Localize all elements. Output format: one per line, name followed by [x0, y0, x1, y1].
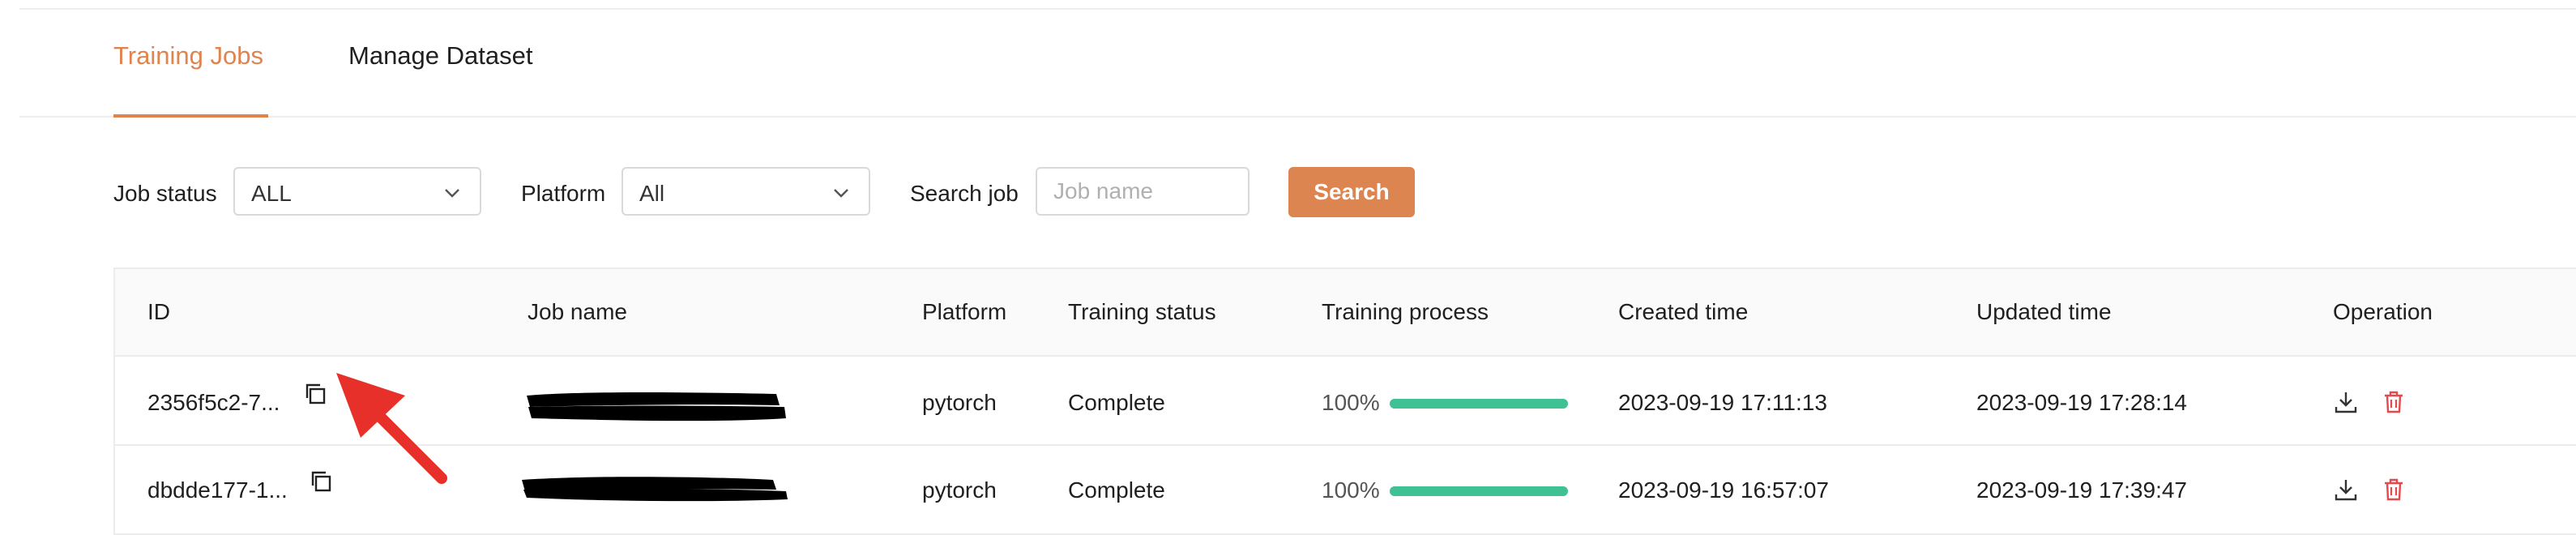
job-id: 2356f5c2-7... [147, 390, 280, 415]
platform-cell: pytorch [922, 477, 997, 503]
progress-bar-fill [1390, 399, 1568, 409]
column-header-created-time: Created time [1618, 299, 1749, 324]
table-header: ID Job name Platform Training status Tra… [115, 269, 2576, 357]
download-icon[interactable] [2333, 477, 2359, 503]
platform-value: All [639, 181, 665, 206]
updated-time-cell: 2023-09-19 17:28:14 [1976, 390, 2187, 415]
created-time-cell: 2023-09-19 16:57:07 [1618, 477, 1829, 503]
platform-select[interactable]: All [622, 167, 870, 216]
search-input[interactable] [1036, 167, 1250, 216]
job-status-label: Job status [113, 181, 217, 206]
search-job-label: Search job [910, 181, 1019, 206]
column-header-platform: Platform [922, 299, 1007, 324]
filter-bar: Job status ALL Platform All Search job S… [0, 167, 2576, 219]
job-status-select[interactable]: ALL [233, 167, 481, 216]
download-icon[interactable] [2333, 389, 2359, 415]
tab-manage-dataset[interactable]: Manage Dataset [348, 42, 532, 70]
chevron-down-icon [445, 189, 459, 198]
chevron-down-icon [834, 189, 848, 198]
platform-cell: pytorch [922, 390, 997, 415]
redacted-job-name [527, 392, 786, 422]
column-header-training-status: Training status [1068, 299, 1216, 324]
active-tab-indicator [113, 114, 268, 118]
progress-bar-fill [1390, 486, 1568, 496]
redacted-job-name [522, 477, 788, 502]
jobs-table: ID Job name Platform Training status Tra… [113, 268, 2576, 535]
progress-percent: 100% [1322, 477, 1380, 503]
search-button[interactable]: Search [1288, 167, 1415, 217]
training-status-cell: Complete [1068, 390, 1165, 415]
trash-icon[interactable] [2381, 389, 2407, 415]
job-id: dbdde177-1... [147, 477, 288, 503]
job-status-value: ALL [251, 181, 292, 206]
updated-time-cell: 2023-09-19 17:39:47 [1976, 477, 2187, 503]
table-row: dbdde177-1... pytorch Complete 100% 2023… [115, 446, 2576, 535]
column-header-id: ID [147, 299, 170, 324]
column-header-job-name: Job name [528, 299, 627, 324]
column-header-training-process: Training process [1322, 299, 1489, 324]
training-status-cell: Complete [1068, 477, 1165, 503]
created-time-cell: 2023-09-19 17:11:13 [1618, 390, 1827, 415]
annotation-arrow [336, 373, 447, 484]
progress-bar [1390, 399, 1568, 409]
column-header-updated-time: Updated time [1976, 299, 2112, 324]
tab-training-jobs[interactable]: Training Jobs [113, 42, 263, 70]
tab-bar-divider [19, 116, 2576, 118]
column-header-operation: Operation [2333, 299, 2433, 324]
progress-percent: 100% [1322, 390, 1380, 415]
tab-bar: Training Jobs Manage Dataset [0, 0, 2576, 118]
table-row: 2356f5c2-7... pytorch Complete 100% 2023… [115, 357, 2576, 446]
progress-bar [1390, 486, 1568, 496]
trash-icon[interactable] [2381, 477, 2407, 503]
platform-label: Platform [521, 181, 606, 206]
